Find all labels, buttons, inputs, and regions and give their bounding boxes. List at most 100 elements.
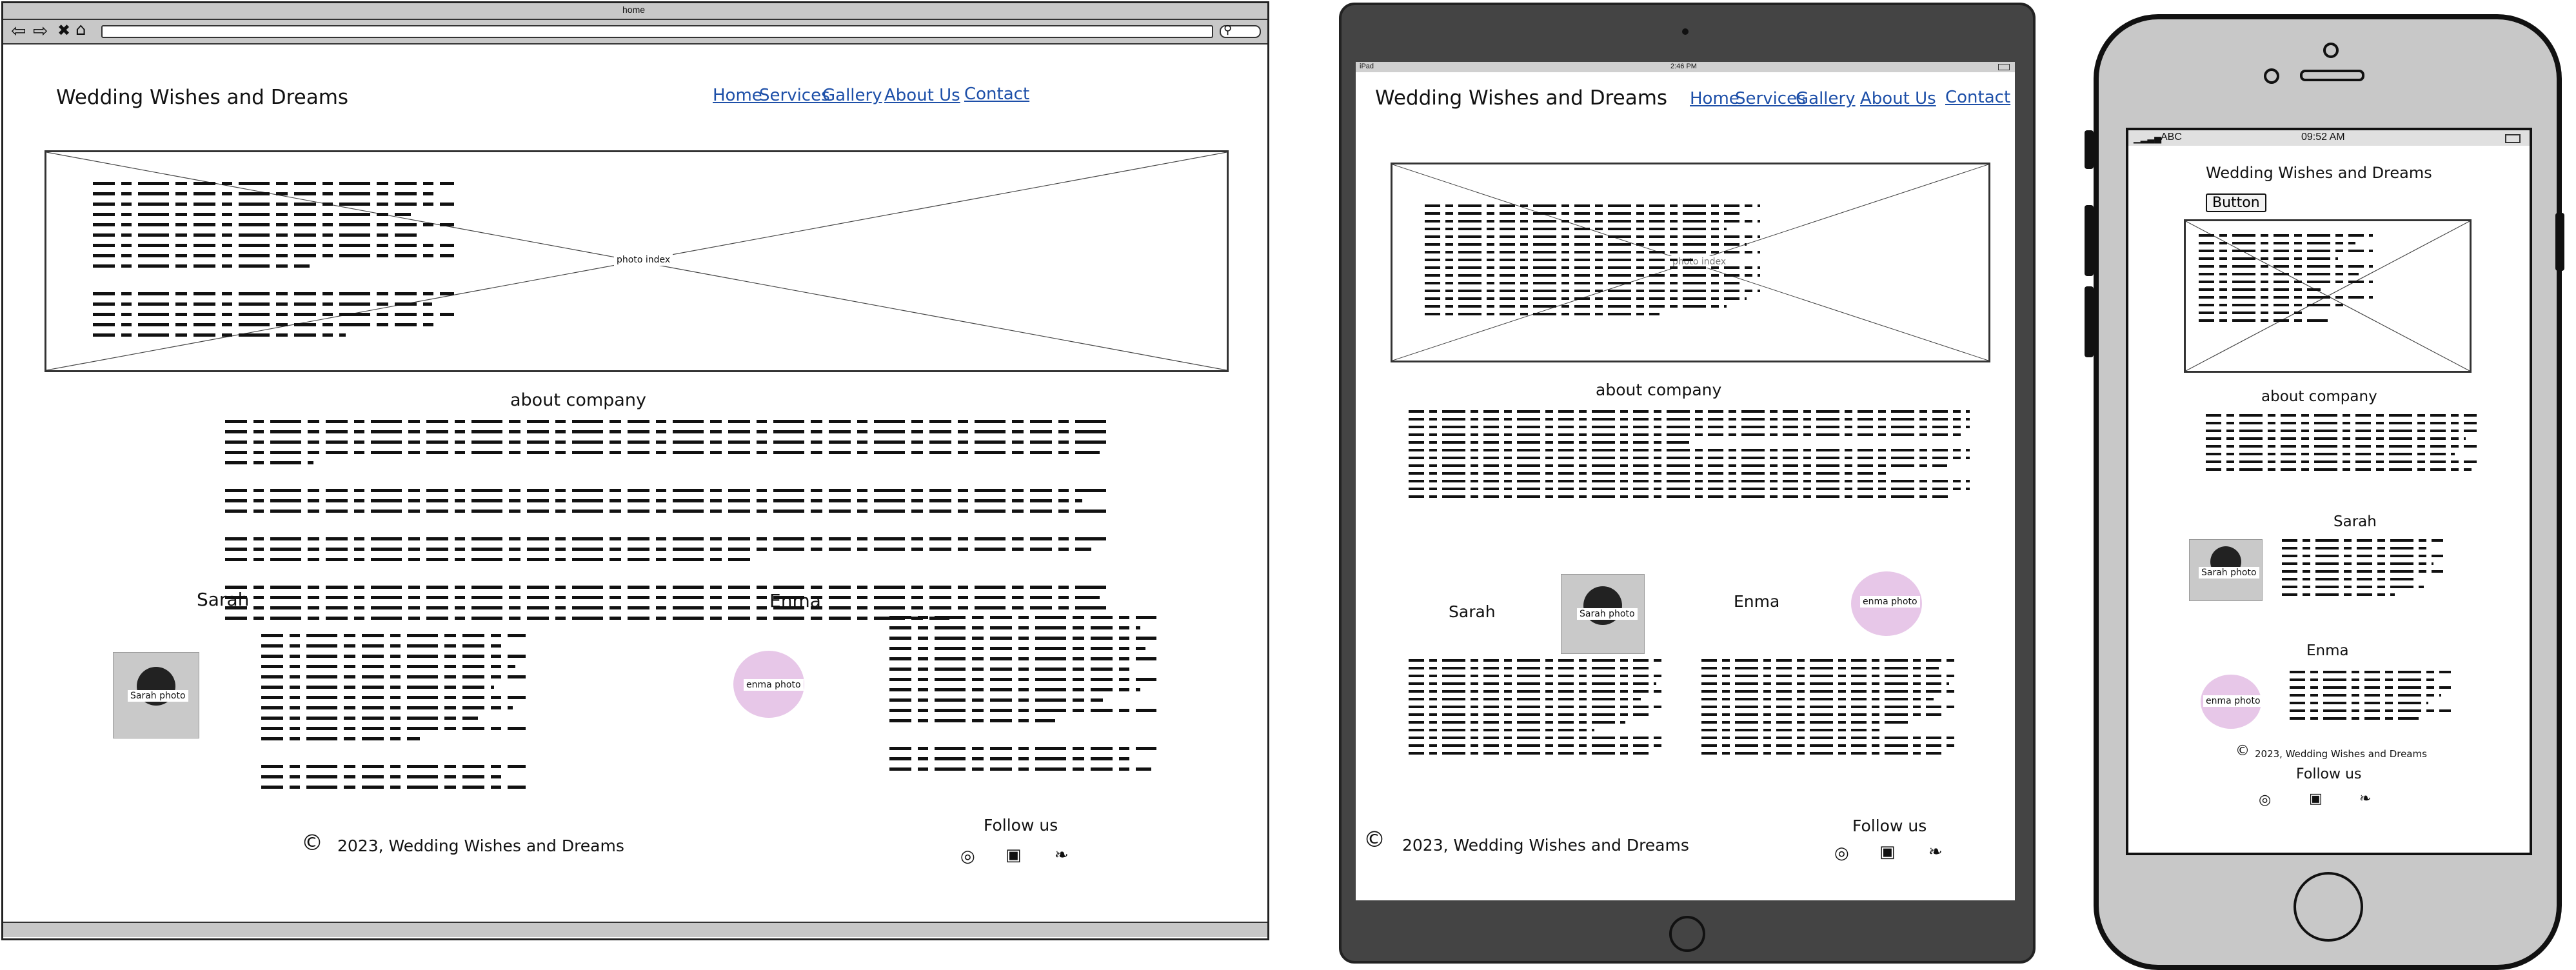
phone-sarah-name: Sarah <box>2333 513 2377 530</box>
battery-icon <box>1998 64 2010 70</box>
browser-bottom-bar <box>3 922 1267 937</box>
home-icon[interactable]: ⌂ <box>75 20 86 39</box>
nav-services[interactable]: Services <box>759 86 830 105</box>
tablet-enma-bio <box>1701 659 1959 760</box>
tablet-copyright-text: 2023, Wedding Wishes and Dreams <box>1402 836 1689 855</box>
facebook-icon[interactable]: ▣ <box>1006 846 1022 865</box>
phone-about-heading: about company <box>2261 388 2377 405</box>
phone-time: 09:52 AM <box>2301 132 2345 143</box>
forward-icon[interactable]: ⇨ <box>33 20 48 41</box>
tablet-twitter-icon[interactable]: ❧ <box>1928 842 1943 862</box>
browser-toolbar: ⇦ ⇨ ✖ ⌂ ⚲ <box>3 20 1267 45</box>
phone-status-bar: ▁▂▃▅ ABC 09:52 AM <box>2128 130 2530 146</box>
tablet-screen: iPad 2:46 PM Wedding Wishes and Dreams H… <box>1356 62 2015 900</box>
back-icon[interactable]: ⇦ <box>11 20 26 41</box>
tablet-nav-home[interactable]: Home <box>1690 89 1739 108</box>
copyright-text: 2023, Wedding Wishes and Dreams <box>337 836 624 855</box>
tablet-nav-gallery[interactable]: Gallery <box>1796 89 1856 108</box>
tablet-device: iPad 2:46 PM Wedding Wishes and Dreams H… <box>1339 3 2036 964</box>
nav-gallery[interactable]: Gallery <box>822 86 882 105</box>
address-bar[interactable] <box>101 25 1213 38</box>
hero-text <box>93 182 454 344</box>
phone-follow-us: Follow us <box>2296 766 2362 782</box>
tablet-enma-photo: enma photo <box>1845 568 1928 638</box>
tablet-about-text <box>1409 410 1970 503</box>
tablet-copyright-icon: © <box>1363 827 1385 853</box>
phone-sarah-bio <box>2282 539 2443 601</box>
tablet-hero-text <box>1425 204 1760 321</box>
about-text <box>225 420 1109 627</box>
tablet-about-heading: about company <box>1596 381 1722 399</box>
tablet-sarah-photo-caption: Sarah photo <box>1577 608 1638 620</box>
tablet-sarah-name: Sarah <box>1449 602 1496 621</box>
phone-side-button-1 <box>2085 130 2094 169</box>
tablet-home-button[interactable] <box>1669 916 1705 952</box>
phone-enma-photo: enma photo <box>2195 671 2266 733</box>
phone-about-text <box>2206 414 2477 476</box>
phone-side-button-4 <box>2555 213 2564 271</box>
phone-instagram-icon[interactable]: ◎ <box>2259 792 2271 808</box>
browser-title-bar: home <box>3 3 1267 20</box>
phone-side-button-3 <box>2085 286 2094 357</box>
nav-contact[interactable]: Contact <box>964 84 1029 104</box>
team-member-enma-name: Enma <box>769 590 821 611</box>
tablet-nav-contact[interactable]: Contact <box>1945 88 2010 107</box>
sarah-photo: Sarah photo <box>113 652 199 738</box>
tablet-instagram-icon[interactable]: ◎ <box>1834 844 1849 863</box>
tablet-nav-about-us[interactable]: About Us <box>1860 89 1936 108</box>
tablet-sarah-photo: Sarah photo <box>1561 574 1645 654</box>
site-title: Wedding Wishes and Dreams <box>56 86 349 109</box>
search-icon: ⚲ <box>1224 23 1233 36</box>
hero-image-placeholder: photo index <box>45 150 1229 372</box>
sarah-bio <box>261 634 526 796</box>
nav-about-us[interactable]: About Us <box>884 86 960 105</box>
team-member-sarah-name: Sarah <box>197 589 250 610</box>
phone-carrier: ABC <box>2161 132 2182 143</box>
phone-front-camera <box>2323 43 2339 58</box>
tablet-facebook-icon[interactable]: ▣ <box>1879 842 1896 862</box>
phone-home-button[interactable] <box>2294 872 2363 942</box>
phone-menu-button[interactable]: Button <box>2206 193 2266 212</box>
signal-icon: ▁▂▃▅ <box>2134 133 2162 143</box>
phone-hero-placeholder <box>2184 219 2472 373</box>
tablet-status-time: 2:46 PM <box>1670 63 1697 70</box>
tablet-hero-placeholder: photo index <box>1391 163 1990 362</box>
tablet-camera <box>1682 28 1689 35</box>
copyright-icon: © <box>301 830 323 856</box>
phone-site-title: Wedding Wishes and Dreams <box>2206 164 2432 182</box>
tablet-enma-photo-caption: enma photo <box>1860 596 1920 608</box>
phone-enma-photo-caption: enma photo <box>2203 695 2263 707</box>
tablet-status-bar: iPad 2:46 PM <box>1356 62 2015 72</box>
phone-sarah-photo: Sarah photo <box>2189 539 2263 601</box>
phone-device: ▁▂▃▅ ABC 09:52 AM Wedding Wishes and Dre… <box>2085 14 2564 970</box>
phone-speaker <box>2300 70 2364 81</box>
phone-twitter-icon[interactable]: ❧ <box>2359 791 2371 807</box>
tablet-sarah-bio <box>1409 659 1667 760</box>
phone-copyright-icon: © <box>2235 743 2250 759</box>
phone-copyright-text: 2023, Wedding Wishes and Dreams <box>2255 748 2427 760</box>
enma-bio <box>889 616 1156 778</box>
nav-home[interactable]: Home <box>713 86 762 105</box>
follow-us-label: Follow us <box>984 816 1058 835</box>
enma-photo: enma photo <box>727 644 811 723</box>
tablet-follow-us: Follow us <box>1852 817 1927 835</box>
browser-title: home <box>622 5 646 15</box>
about-heading: about company <box>510 390 646 410</box>
phone-battery-icon <box>2505 134 2521 143</box>
tablet-enma-name: Enma <box>1734 592 1780 611</box>
phone-facebook-icon[interactable]: ▣ <box>2309 791 2323 807</box>
enma-photo-caption: enma photo <box>744 679 804 691</box>
phone-sarah-photo-caption: Sarah photo <box>2199 567 2259 579</box>
phone-sensor <box>2264 68 2279 84</box>
phone-screen: ▁▂▃▅ ABC 09:52 AM Wedding Wishes and Dre… <box>2126 128 2532 855</box>
sarah-photo-caption: Sarah photo <box>128 690 188 702</box>
instagram-icon[interactable]: ◎ <box>960 847 975 866</box>
close-icon[interactable]: ✖ <box>57 21 70 39</box>
twitter-icon[interactable]: ❧ <box>1055 846 1069 865</box>
phone-enma-bio <box>2290 671 2451 725</box>
phone-enma-name: Enma <box>2306 642 2349 659</box>
phone-side-button-2 <box>2085 205 2094 276</box>
hero-caption: photo index <box>614 254 673 266</box>
phone-hero-text <box>2199 234 2373 327</box>
search-field[interactable]: ⚲ <box>1220 23 1261 38</box>
